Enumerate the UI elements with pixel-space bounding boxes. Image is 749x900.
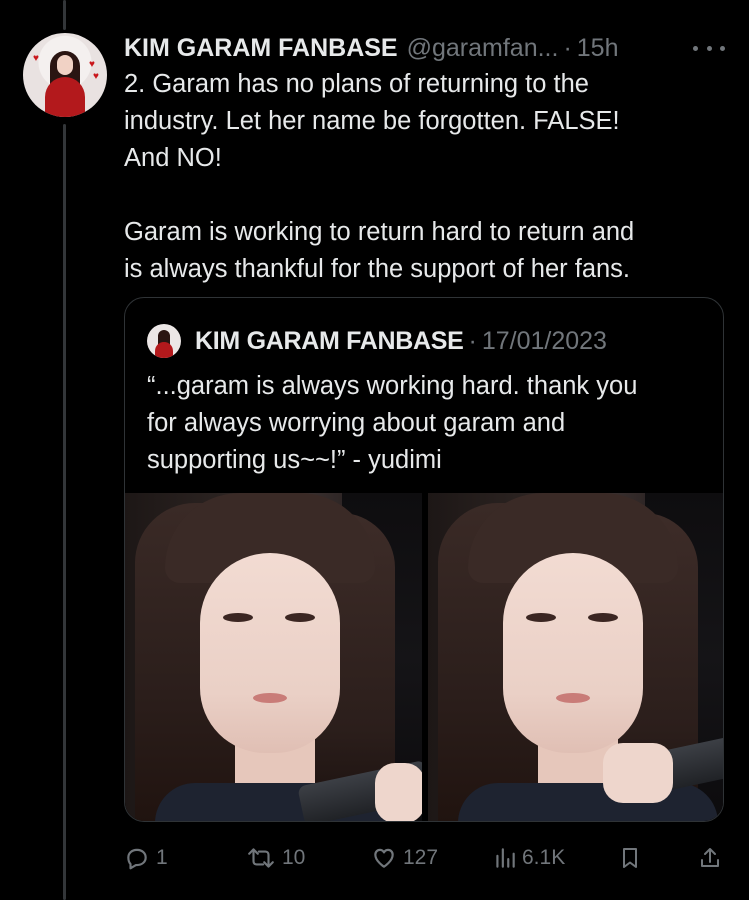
tweet-header: KIM GARAM FANBASE @garamfan... · 15h bbox=[124, 30, 725, 66]
tweet-text-line: Garam is working to return hard to retur… bbox=[124, 218, 635, 246]
quote-text: “...garam is always working hard. thank … bbox=[147, 368, 707, 479]
action-bar: 1 10 127 6.1K bbox=[124, 840, 724, 876]
more-horizontal-icon[interactable] bbox=[693, 44, 725, 52]
separator-dot: · bbox=[468, 326, 477, 355]
share-icon bbox=[701, 848, 719, 867]
quote-avatar bbox=[147, 324, 181, 358]
tweet-text-line: industry. Let her name be forgotten. FAL… bbox=[124, 107, 620, 135]
reply-count: 1 bbox=[156, 846, 168, 869]
heart-decoration-icon: ♥ bbox=[33, 53, 39, 64]
thread-line-bottom bbox=[63, 124, 66, 900]
quote-text-line: supporting us~~!” - yudimi bbox=[147, 446, 442, 474]
tweet-text-line: And NO! bbox=[124, 144, 222, 172]
like-button[interactable]: 127 bbox=[371, 840, 438, 876]
retweet-button[interactable]: 10 bbox=[246, 840, 305, 876]
photo-2[interactable] bbox=[428, 493, 723, 821]
views-icon bbox=[496, 848, 515, 868]
quote-text-line: for always worrying about garam and bbox=[147, 409, 566, 437]
quote-author-name: KIM GARAM FANBASE bbox=[195, 326, 464, 355]
heart-decoration-icon: ♥ bbox=[93, 71, 99, 82]
views-count: 6.1K bbox=[522, 846, 566, 869]
bookmark-button[interactable] bbox=[618, 840, 642, 876]
share-button[interactable] bbox=[698, 840, 722, 876]
author-handle[interactable]: @garamfan... bbox=[407, 34, 559, 63]
reply-button[interactable]: 1 bbox=[124, 840, 168, 876]
avatar[interactable]: ♥ ♥ ♥ bbox=[23, 33, 107, 117]
photo-1[interactable] bbox=[125, 493, 422, 821]
quote-date: 17/01/2023 bbox=[481, 326, 607, 355]
author-name[interactable]: KIM GARAM FANBASE bbox=[124, 34, 398, 63]
heart-icon bbox=[374, 848, 394, 868]
timestamp[interactable]: 15h bbox=[577, 34, 619, 63]
quote-header: KIM GARAM FANBASE · 17/01/2023 bbox=[147, 324, 607, 358]
tweet-text-line: 2. Garam has no plans of returning to th… bbox=[124, 70, 589, 98]
views-button[interactable]: 6.1K bbox=[494, 840, 565, 876]
quote-text-line: “...garam is always working hard. thank … bbox=[147, 372, 638, 400]
heart-decoration-icon: ♥ bbox=[89, 59, 95, 70]
thread-line-top bbox=[63, 0, 66, 30]
separator-dot: · bbox=[563, 33, 572, 62]
retweet-count: 10 bbox=[282, 846, 306, 869]
like-count: 127 bbox=[403, 846, 439, 869]
tweet-text: 2. Garam has no plans of returning to th… bbox=[124, 66, 724, 288]
reply-icon bbox=[127, 848, 147, 870]
quote-media bbox=[125, 493, 723, 821]
quoted-tweet[interactable]: KIM GARAM FANBASE · 17/01/2023 “...garam… bbox=[124, 297, 724, 822]
retweet-icon bbox=[248, 848, 274, 868]
tweet-text-line: is always thankful for the support of he… bbox=[124, 255, 631, 283]
bookmark-icon bbox=[623, 848, 637, 868]
